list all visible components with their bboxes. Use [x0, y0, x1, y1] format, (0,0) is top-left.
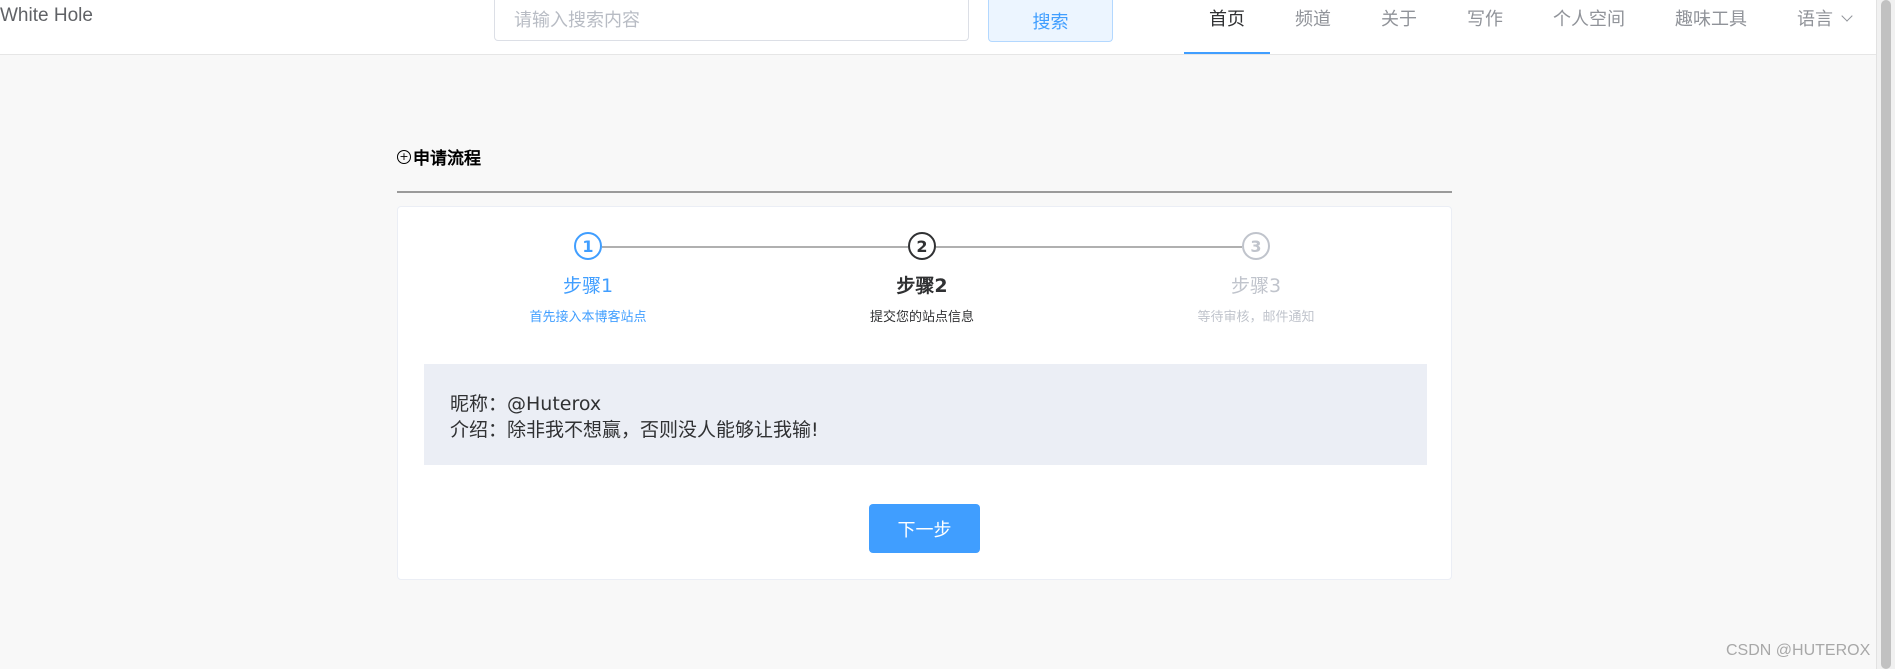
- nav-item-label: 写作: [1467, 9, 1503, 30]
- next-step-button[interactable]: 下一步: [869, 504, 980, 553]
- divider: [397, 191, 1452, 193]
- nav-item-language[interactable]: 语言: [1772, 0, 1876, 54]
- step-title: 步骤2: [896, 275, 948, 297]
- page-area: White Hole 搜索 首页 频道 关于 写作 个人空间 趣味工具 语言: [0, 0, 1876, 669]
- nav-menu: 首页 频道 关于 写作 个人空间 趣味工具 语言: [1184, 0, 1876, 54]
- nav-item-label: 首页: [1209, 9, 1245, 30]
- step-number-circle: 3: [1242, 232, 1270, 260]
- step-title: 步骤3: [1230, 275, 1282, 297]
- vertical-scrollbar[interactable]: [1876, 0, 1895, 669]
- search-button[interactable]: 搜索: [988, 0, 1113, 42]
- nav-item-about[interactable]: 关于: [1356, 0, 1442, 54]
- step-description: 提交您的站点信息: [869, 310, 974, 325]
- section-title-text: 申请流程: [413, 149, 481, 169]
- nickname-row: 昵称：@Huterox: [450, 391, 1401, 417]
- step-description: 首先接入本博客站点: [529, 310, 647, 325]
- section-title: + 申请流程: [397, 144, 481, 169]
- watermark: CSDN @HUTEROX: [1726, 642, 1871, 659]
- intro-label: 介绍：: [450, 419, 508, 441]
- nav-item-label: 个人空间: [1553, 9, 1625, 30]
- nav-item-label: 趣味工具: [1675, 9, 1747, 30]
- nav-item-label: 关于: [1381, 9, 1417, 30]
- nav-item-label: 频道: [1295, 9, 1331, 30]
- nav-item-label: 语言: [1797, 9, 1833, 30]
- nickname-label: 昵称：: [450, 393, 508, 415]
- search-input[interactable]: [494, 0, 969, 41]
- nav-item-personal-space[interactable]: 个人空间: [1528, 0, 1650, 54]
- site-info-box: 昵称：@Huterox 介绍：除非我不想赢，否则没人能够让我输!: [424, 364, 1427, 465]
- nickname-value: @Huterox: [507, 393, 602, 415]
- plus-circle-icon: +: [397, 149, 411, 164]
- step-connector: [936, 246, 1242, 248]
- chevron-down-icon: [1841, 10, 1853, 22]
- application-card: 1 步骤1 首先接入本博客站点 2 步骤2 提交您的站点信息 3 步骤3 等待审…: [397, 206, 1452, 580]
- nav-item-channel[interactable]: 频道: [1270, 0, 1356, 54]
- nav-item-write[interactable]: 写作: [1442, 0, 1528, 54]
- step-connector: [602, 246, 908, 248]
- nav-item-home[interactable]: 首页: [1184, 0, 1270, 54]
- brand-logo[interactable]: White Hole: [0, 5, 93, 27]
- scrollbar-thumb[interactable]: [1881, 0, 1891, 669]
- step-description: 等待审核，邮件通知: [1197, 310, 1315, 325]
- intro-row: 介绍：除非我不想赢，否则没人能够让我输!: [450, 417, 1401, 443]
- nav-item-fun-tools[interactable]: 趣味工具: [1650, 0, 1772, 54]
- step-number-circle: 2: [908, 232, 936, 260]
- top-header: White Hole 搜索 首页 频道 关于 写作 个人空间 趣味工具 语言: [0, 0, 1876, 55]
- step-number-circle: 1: [574, 232, 602, 260]
- step-title: 步骤1: [562, 275, 614, 297]
- intro-value: 除非我不想赢，否则没人能够让我输!: [507, 419, 819, 441]
